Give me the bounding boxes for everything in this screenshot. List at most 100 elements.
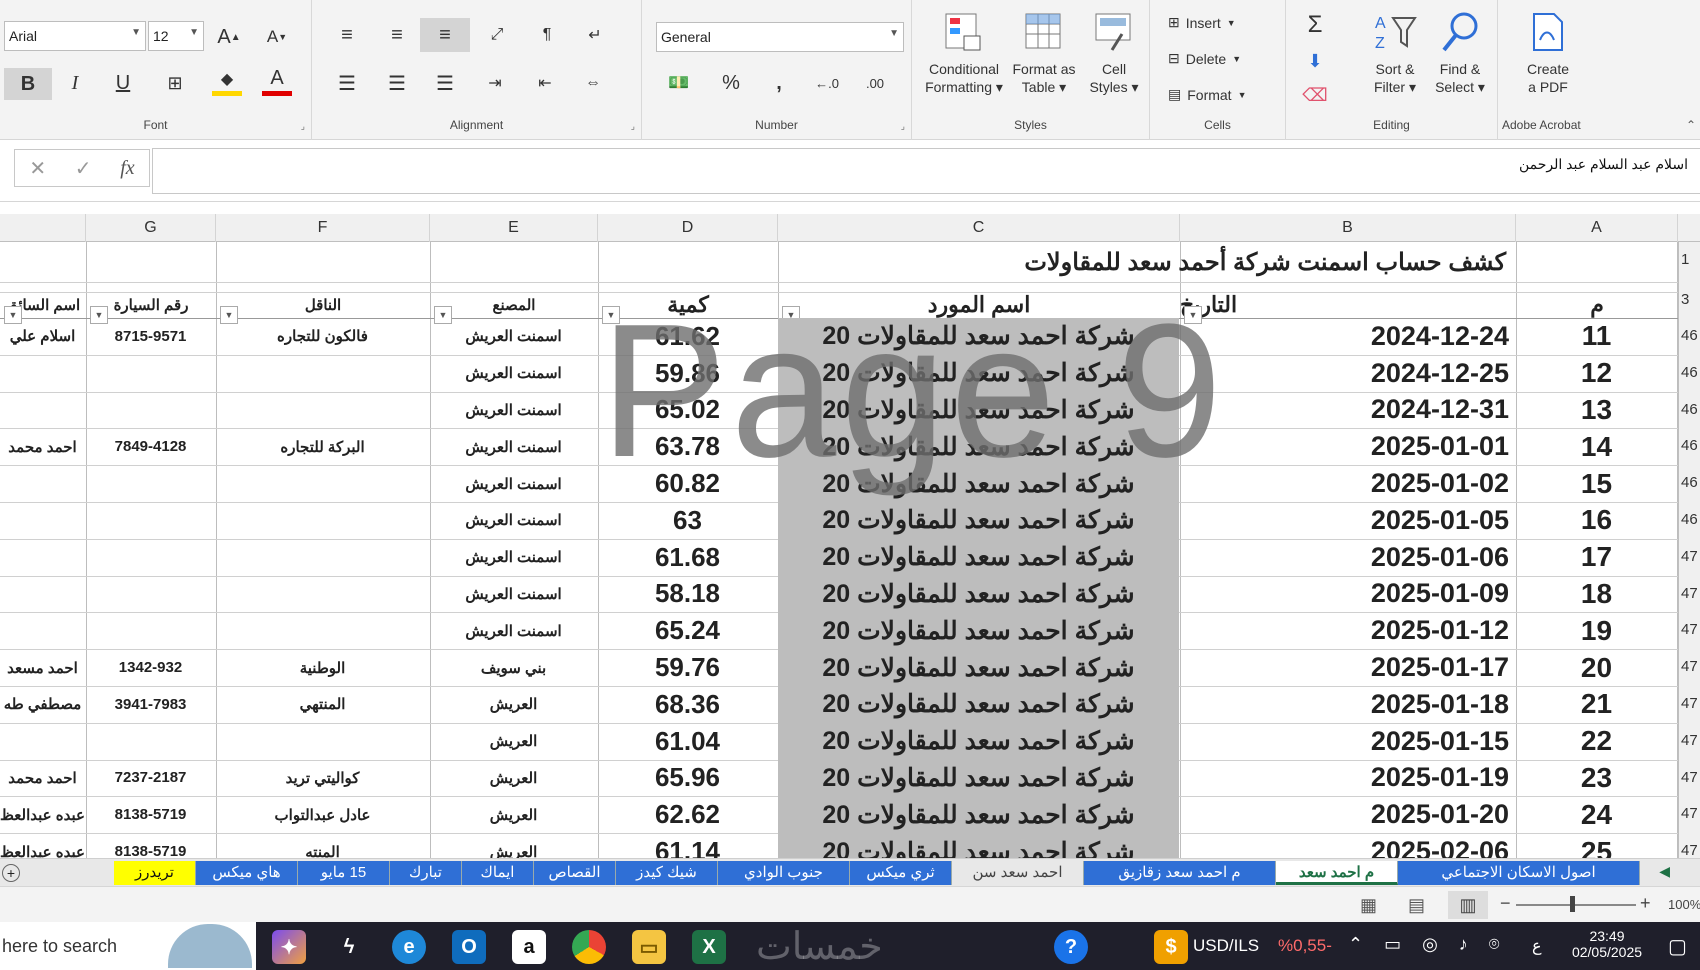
cell-supplier[interactable]: شركة احمد سعد للمقاولات 20 bbox=[778, 722, 1179, 760]
sheet-tab[interactable]: م احمد سعد زقازيق bbox=[1084, 861, 1276, 885]
sort-filter-button[interactable]: AZ Sort & Filter ▾ bbox=[1364, 10, 1426, 96]
increase-decimal-icon[interactable]: ←.0 bbox=[812, 68, 842, 98]
header-a[interactable]: م bbox=[1516, 282, 1678, 318]
cell-supplier[interactable]: شركة احمد سعد للمقاولات 20 bbox=[778, 612, 1179, 650]
row-header[interactable]: 46 bbox=[1679, 318, 1700, 355]
cell-driver[interactable] bbox=[0, 576, 85, 613]
cell-m[interactable]: 14 bbox=[1516, 428, 1677, 465]
cell-qty[interactable]: 65.96 bbox=[598, 760, 777, 797]
add-sheet-icon[interactable]: + bbox=[2, 864, 20, 882]
cell-factory[interactable]: العريش bbox=[430, 796, 597, 833]
cell-factory[interactable]: العريش bbox=[430, 723, 597, 760]
cell-driver[interactable] bbox=[0, 502, 85, 539]
row-header[interactable]: 47 bbox=[1679, 796, 1700, 833]
cell-date[interactable]: 2025-01-17 bbox=[1180, 649, 1515, 686]
cell-qty[interactable]: 61.68 bbox=[598, 539, 777, 576]
column-header-e[interactable]: E bbox=[430, 214, 598, 242]
clear-icon[interactable]: ⌫ bbox=[1300, 80, 1330, 110]
cell-driver[interactable]: احمد مسعد bbox=[0, 649, 85, 686]
align-left-icon[interactable]: ☰ bbox=[332, 68, 362, 98]
cell-factory[interactable]: اسمنت العريش bbox=[430, 428, 597, 465]
cell-m[interactable]: 16 bbox=[1516, 502, 1677, 539]
cell-carrier[interactable] bbox=[216, 355, 429, 392]
cell-driver[interactable]: مصطفي طه bbox=[0, 686, 85, 723]
cell-car[interactable]: 1342-932 bbox=[86, 649, 215, 686]
file-explorer-icon[interactable]: ▭ bbox=[632, 930, 666, 964]
row-header[interactable]: 46 bbox=[1679, 428, 1700, 465]
cell-supplier[interactable]: شركة احمد سعد للمقاولات 20 bbox=[778, 465, 1179, 502]
cell-qty[interactable]: 65.02 bbox=[598, 392, 777, 429]
cell-driver[interactable] bbox=[0, 723, 85, 760]
cell-carrier[interactable]: فالكون للتجاره bbox=[216, 318, 429, 355]
enter-icon[interactable]: ✓ bbox=[75, 156, 92, 181]
edge-icon[interactable]: e bbox=[392, 930, 426, 964]
fill-color-icon[interactable]: ◆ bbox=[212, 66, 242, 96]
sheet-tab[interactable]: تريدرز bbox=[114, 861, 196, 885]
cell-carrier[interactable]: البركة للتجاره bbox=[216, 428, 429, 465]
chrome-icon[interactable] bbox=[572, 930, 606, 964]
cell-date[interactable]: 2025-01-18 bbox=[1180, 686, 1515, 723]
cell-qty[interactable]: 60.82 bbox=[598, 465, 777, 502]
cell-date[interactable]: 2025-01-15 bbox=[1180, 723, 1515, 760]
underline-button[interactable]: U bbox=[108, 68, 138, 98]
cell-carrier[interactable]: الوطنية bbox=[216, 649, 429, 686]
row-header[interactable]: 47 bbox=[1679, 833, 1700, 860]
row-header[interactable]: 47 bbox=[1679, 686, 1700, 723]
cell-m[interactable]: 23 bbox=[1516, 760, 1677, 797]
sheet-tab[interactable]: جنوب الوادي bbox=[718, 861, 850, 885]
accounting-format-icon[interactable]: 💵 bbox=[664, 68, 694, 98]
align-center-icon[interactable]: ☰ bbox=[382, 68, 412, 98]
cell-qty[interactable]: 59.86 bbox=[598, 355, 777, 392]
cell-car[interactable]: 8138-5719 bbox=[86, 796, 215, 833]
cell-m[interactable]: 21 bbox=[1516, 686, 1677, 723]
header-d[interactable]: كمية bbox=[598, 282, 778, 318]
tray-icons[interactable]: ⌃ ▭ ◎ ♪ ⌾ bbox=[1348, 934, 1508, 955]
cell-m[interactable]: 15 bbox=[1516, 465, 1677, 502]
collapse-ribbon-icon[interactable]: ⌃ bbox=[1686, 118, 1696, 132]
cell-carrier[interactable]: المنته bbox=[216, 833, 429, 860]
scroll-tabs-left-icon[interactable]: ◀ bbox=[1659, 863, 1670, 880]
align-right-icon[interactable]: ☰ bbox=[430, 68, 460, 98]
cell-driver[interactable] bbox=[0, 465, 85, 502]
cell-factory[interactable]: اسمنت العريش bbox=[430, 576, 597, 613]
cell-carrier[interactable] bbox=[216, 723, 429, 760]
autosum-icon[interactable]: Σ bbox=[1300, 10, 1330, 40]
column-header-b[interactable]: B bbox=[1180, 214, 1516, 242]
cell-car[interactable] bbox=[86, 539, 215, 576]
cancel-icon[interactable]: ✕ bbox=[29, 156, 46, 181]
column-header-h[interactable] bbox=[0, 214, 86, 242]
number-format-select[interactable]: General ▼ bbox=[656, 22, 904, 52]
cell-qty[interactable]: 63 bbox=[598, 502, 777, 539]
cell-date[interactable]: 2025-01-09 bbox=[1180, 576, 1515, 613]
cell-factory[interactable]: العريش bbox=[430, 833, 597, 860]
decrease-font-icon[interactable]: A ▼ bbox=[262, 22, 292, 52]
row-header[interactable]: 1 bbox=[1679, 242, 1700, 282]
comma-style-icon[interactable]: , bbox=[764, 68, 794, 98]
cell-supplier[interactable]: شركة احمد سعد للمقاولات 20 bbox=[778, 354, 1179, 392]
cell-m[interactable]: 25 bbox=[1516, 833, 1677, 860]
format-button[interactable]: ▤ Format ▼ bbox=[1168, 86, 1247, 103]
font-name-select[interactable]: Arial ▼ bbox=[4, 21, 146, 51]
row-header[interactable]: 47 bbox=[1679, 539, 1700, 576]
cell-factory[interactable]: اسمنت العريش bbox=[430, 392, 597, 429]
cell-carrier[interactable]: كواليتي تريد bbox=[216, 760, 429, 797]
cell-car[interactable] bbox=[86, 723, 215, 760]
cell-m[interactable]: 12 bbox=[1516, 355, 1677, 392]
cell-qty[interactable]: 68.36 bbox=[598, 686, 777, 723]
align-top-icon[interactable]: ≡ bbox=[332, 20, 362, 50]
cell-driver[interactable] bbox=[0, 612, 85, 649]
cell-factory[interactable]: العريش bbox=[430, 686, 597, 723]
normal-view-icon[interactable]: ▦ bbox=[1360, 895, 1377, 916]
header-f[interactable]: الناقل bbox=[216, 282, 430, 318]
cell-factory[interactable]: بني سويف bbox=[430, 649, 597, 686]
help-icon[interactable]: ? bbox=[1054, 930, 1088, 964]
merge-center-icon[interactable]: ⇔ bbox=[578, 68, 608, 98]
amazon-icon[interactable]: a bbox=[512, 930, 546, 964]
cell-supplier[interactable]: شركة احمد سعد للمقاولات 20 bbox=[778, 318, 1179, 355]
cell-qty[interactable]: 61.62 bbox=[598, 318, 777, 355]
dialog-launcher-icon[interactable]: ⌟ bbox=[301, 121, 305, 132]
cell-supplier[interactable]: شركة احمد سعد للمقاولات 20 bbox=[778, 391, 1179, 429]
column-header-a[interactable]: A bbox=[1516, 214, 1678, 242]
notification-icon[interactable]: ▢ bbox=[1668, 934, 1687, 959]
cell-factory[interactable]: العريش bbox=[430, 760, 597, 797]
